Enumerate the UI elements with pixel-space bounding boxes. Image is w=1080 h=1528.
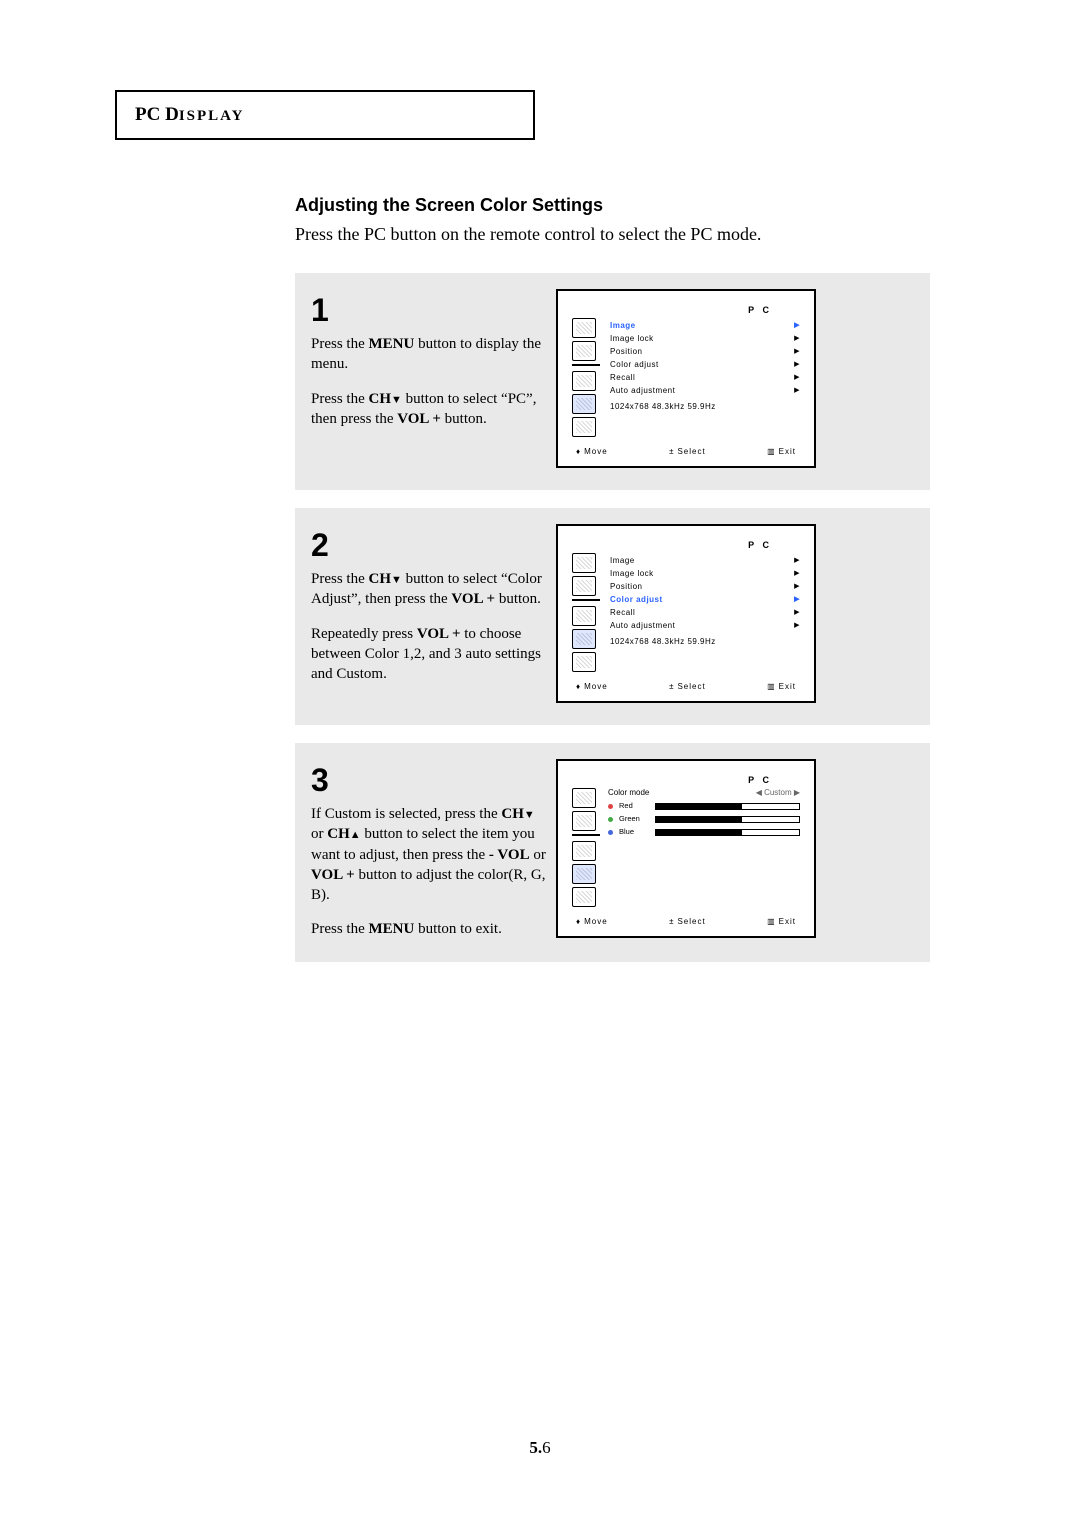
osd-sidebar-icons [572, 788, 600, 907]
section-header: PC DISPLAY [135, 104, 244, 125]
osd-icon [572, 417, 596, 437]
osd-icon [572, 341, 596, 361]
osd-icon [572, 606, 596, 626]
osd-title: P C [572, 305, 800, 315]
osd-icon-selected [572, 629, 596, 649]
osd-icon [572, 841, 596, 861]
osd-resolution: 1024x768 48.3kHz 59.9Hz [608, 637, 800, 646]
osd-slider-red: Red [608, 800, 800, 812]
osd-item-image: Image▶ [608, 320, 800, 332]
osd-icon [572, 318, 596, 338]
page-number: 5.6 [0, 1438, 1080, 1458]
osd-icon-selected [572, 864, 596, 884]
osd-slider-blue: Blue [608, 826, 800, 838]
osd-footer-select: Select [669, 447, 706, 456]
osd-icon [572, 652, 596, 672]
osd-footer-exit: Exit [767, 917, 796, 926]
osd-icon [572, 887, 596, 907]
osd-icon [572, 576, 596, 596]
osd-title: P C [572, 540, 800, 550]
osd-icon [572, 371, 596, 391]
slider [655, 803, 800, 810]
osd-item: Recall▶ [608, 372, 800, 384]
osd-footer: Move Select Exit [572, 917, 800, 926]
blue-dot-icon [608, 830, 613, 835]
osd-item-color-adjust: Color adjust▶ [608, 594, 800, 606]
step-number: 2 [311, 524, 546, 567]
osd-slider-green: Green [608, 813, 800, 825]
osd-footer-select: Select [669, 917, 706, 926]
osd-color-panel: Color mode ◀ Custom ▶ Red Green [608, 788, 800, 907]
step-2-text: 2 Press the CH▼ button to select “Color … [311, 524, 556, 703]
osd-menu-list: Image▶ Image lock▶ Position▶ Color adjus… [608, 318, 800, 437]
osd-color-mode-row: Color mode ◀ Custom ▶ [608, 788, 800, 797]
osd-item: Color adjust▶ [608, 359, 800, 371]
step-card-1: 1 Press the MENU button to display the m… [295, 273, 930, 490]
osd-icon-selected [572, 394, 596, 414]
osd-item: Position▶ [608, 346, 800, 358]
osd-footer: Move Select Exit [572, 447, 800, 456]
osd-icon [572, 788, 596, 808]
osd-resolution: 1024x768 48.3kHz 59.9Hz [608, 402, 800, 411]
osd-item: Image lock▶ [608, 568, 800, 580]
osd-menu-list: Image▶ Image lock▶ Position▶ Color adjus… [608, 553, 800, 672]
section-header-box: PC DISPLAY [115, 90, 535, 140]
osd-screenshot-3: P C Color mode [556, 759, 816, 938]
slider [655, 816, 800, 823]
osd-item: Position▶ [608, 581, 800, 593]
osd-footer-move: Move [576, 917, 608, 926]
osd-item: Auto adjustment▶ [608, 385, 800, 397]
osd-footer-exit: Exit [767, 447, 796, 456]
step-number: 3 [311, 759, 546, 802]
osd-sidebar-icons [572, 318, 600, 437]
red-dot-icon [608, 804, 613, 809]
osd-item: Image▶ [608, 555, 800, 567]
osd-screenshot-1: P C Image▶ Image lock▶ [556, 289, 816, 468]
osd-sidebar-icons [572, 553, 600, 672]
green-dot-icon [608, 817, 613, 822]
step-card-3: 3 If Custom is selected, press the CH▼ o… [295, 743, 930, 962]
osd-footer-move: Move [576, 447, 608, 456]
osd-title: P C [572, 775, 800, 785]
sub-heading: Adjusting the Screen Color Settings [295, 195, 935, 216]
osd-footer: Move Select Exit [572, 682, 800, 691]
step-3-text: 3 If Custom is selected, press the CH▼ o… [311, 759, 556, 940]
osd-footer-move: Move [576, 682, 608, 691]
step-card-2: 2 Press the CH▼ button to select “Color … [295, 508, 930, 725]
osd-item: Auto adjustment▶ [608, 620, 800, 632]
osd-footer-select: Select [669, 682, 706, 691]
step-number: 1 [311, 289, 546, 332]
osd-icon [572, 811, 596, 831]
intro-text: Press the PC button on the remote contro… [295, 224, 935, 245]
osd-item: Image lock▶ [608, 333, 800, 345]
osd-footer-exit: Exit [767, 682, 796, 691]
osd-icon [572, 553, 596, 573]
osd-item: Recall▶ [608, 607, 800, 619]
slider [655, 829, 800, 836]
step-1-text: 1 Press the MENU button to display the m… [311, 289, 556, 468]
osd-screenshot-2: P C Image▶ Image lock▶ [556, 524, 816, 703]
